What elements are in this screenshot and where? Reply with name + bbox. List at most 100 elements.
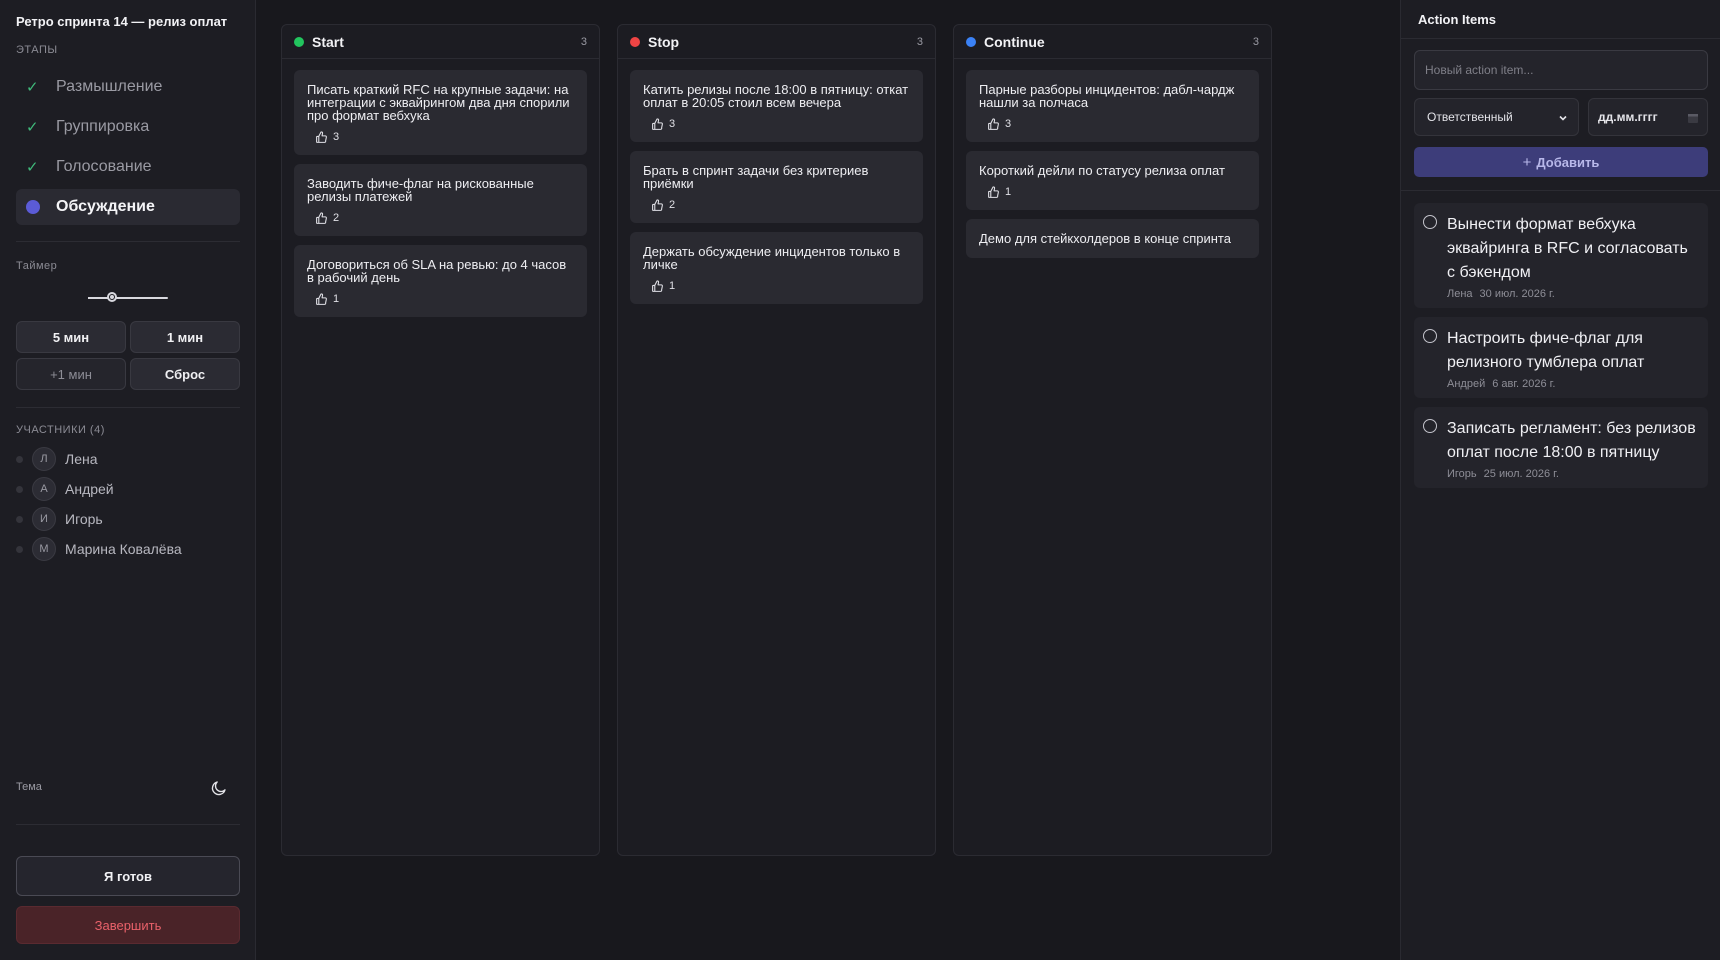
stage-grouping[interactable]: ✓ Группировка	[16, 109, 240, 145]
card-text: Держать обсуждение инцидентов только в л…	[643, 244, 901, 272]
retro-card[interactable]: Короткий дейли по статусу релиза оплат 1	[966, 151, 1259, 210]
thumbs-up-icon	[652, 117, 663, 130]
vote-button[interactable]: 2	[643, 198, 910, 212]
assignee-select[interactable]: Ответственный	[1414, 98, 1579, 136]
vote-count: 3	[669, 118, 676, 130]
column-dot-icon	[294, 36, 304, 47]
action-item-date: 25 июл. 2026 г.	[1483, 468, 1559, 480]
ready-button[interactable]: Я готов	[16, 856, 240, 896]
vote-button[interactable]: 1	[643, 279, 910, 293]
stage-label: Обсуждение	[56, 198, 155, 215]
participant-name: Андрей	[65, 481, 114, 497]
vote-count: 3	[1005, 118, 1012, 130]
retro-card[interactable]: Заводить фиче-флаг на рискованные релизы…	[294, 164, 587, 236]
thumbs-up-icon	[988, 185, 999, 198]
vote-button[interactable]: 1	[307, 292, 574, 306]
stage-discussion[interactable]: Обсуждение	[16, 189, 240, 225]
status-dot-icon	[16, 515, 23, 523]
action-item-meta: Игорь 25 июл. 2026 г.	[1447, 468, 1698, 480]
avatar: Л	[32, 447, 56, 471]
theme-label: Тема	[16, 781, 42, 793]
retro-card[interactable]: Брать в спринт задачи без критериев приё…	[630, 151, 923, 223]
action-item-meta: Андрей 6 авг. 2026 г.	[1447, 378, 1698, 390]
column-title: Continue	[984, 33, 1045, 50]
participant: М Марина Ковалёва	[16, 537, 182, 561]
calendar-icon[interactable]	[1687, 112, 1699, 124]
retro-card[interactable]: Писать краткий RFC на крупные задачи: на…	[294, 70, 587, 155]
divider	[16, 407, 240, 408]
action-item-input[interactable]	[1414, 50, 1708, 90]
column-title: Start	[312, 33, 344, 50]
retro-card[interactable]: Договориться об SLA на ревью: до 4 часов…	[294, 245, 587, 317]
timer-1min-button[interactable]: 1 мин	[130, 321, 240, 353]
status-dot-icon	[16, 455, 23, 463]
action-item-owner: Лена	[1447, 288, 1473, 300]
assignee-placeholder: Ответственный	[1427, 110, 1513, 124]
card-text: Короткий дейли по статусу релиза оплат	[979, 163, 1225, 178]
vote-count: 1	[1005, 186, 1012, 198]
vote-count: 1	[669, 280, 676, 292]
retro-card[interactable]: Демо для стейкхолдеров в конце спринта	[966, 219, 1259, 258]
column-count: 3	[916, 35, 923, 48]
slider-thumb[interactable]	[107, 292, 117, 302]
avatar: А	[32, 477, 56, 501]
column-title: Stop	[648, 33, 680, 50]
retro-card[interactable]: Держать обсуждение инцидентов только в л…	[630, 232, 923, 304]
column-stop: Stop 3 Катить релизы после 18:00 в пятни…	[617, 24, 936, 856]
complete-radio[interactable]	[1423, 329, 1437, 343]
participant-name: Марина Ковалёва	[65, 541, 182, 557]
card-text: Брать в спринт задачи без критериев приё…	[643, 163, 869, 191]
check-icon: ✓	[26, 159, 39, 176]
action-item: Настроить фиче-флаг для релизного тумбле…	[1414, 317, 1708, 398]
timer-5min-button[interactable]: 5 мин	[16, 321, 126, 353]
retro-card[interactable]: Парные разборы инцидентов: дабл-чардж на…	[966, 70, 1259, 142]
action-item-owner: Андрей	[1447, 378, 1486, 390]
stage-label: Голосование	[56, 158, 152, 175]
timer-reset-button[interactable]: Сброс	[130, 358, 240, 390]
moon-icon[interactable]	[210, 779, 228, 797]
complete-radio[interactable]	[1423, 419, 1437, 433]
retro-title: Ретро спринта 14 — релиз оплат	[16, 14, 228, 29]
due-date-field[interactable]: дд.мм.гггг	[1588, 98, 1708, 136]
avatar: И	[32, 507, 56, 531]
check-icon: ✓	[26, 79, 39, 96]
avatar: М	[32, 537, 56, 561]
column-count: 3	[1252, 35, 1259, 48]
stage-voting[interactable]: ✓ Голосование	[16, 149, 240, 185]
active-stage-dot-icon	[26, 200, 40, 214]
column-count: 3	[580, 35, 587, 48]
card-text: Катить релизы после 18:00 в пятницу: отк…	[643, 82, 909, 110]
participant-name: Игорь	[65, 511, 103, 527]
add-button-label: Добавить	[1536, 154, 1600, 170]
thumbs-up-icon	[316, 292, 327, 305]
finish-button[interactable]: Завершить	[16, 906, 240, 944]
vote-button[interactable]: 2	[307, 211, 574, 225]
complete-radio[interactable]	[1423, 215, 1437, 229]
action-item-text: Вынести формат вебхука эквайринга в RFC …	[1447, 216, 1688, 281]
status-dot-icon	[16, 485, 23, 493]
thumbs-up-icon	[652, 198, 663, 211]
action-item: Записать регламент: без релизов оплат по…	[1414, 407, 1708, 488]
action-item: Вынести формат вебхука эквайринга в RFC …	[1414, 203, 1708, 308]
vote-button[interactable]: 1	[979, 185, 1246, 199]
vote-button[interactable]: 3	[979, 117, 1246, 131]
add-action-item-button[interactable]: + Добавить	[1414, 147, 1708, 177]
card-text: Парные разборы инцидентов: дабл-чардж на…	[979, 82, 1235, 110]
vote-button[interactable]: 3	[307, 130, 574, 144]
timer-slider[interactable]	[88, 292, 168, 302]
thumbs-up-icon	[316, 130, 327, 143]
participant: А Андрей	[16, 477, 114, 501]
action-items-panel: Action Items Ответственный дд.мм.гггг + …	[1400, 0, 1720, 960]
card-text: Договориться об SLA на ревью: до 4 часов…	[307, 257, 567, 285]
column-header: Start 3	[282, 25, 599, 59]
timer-add-minute-button[interactable]: +1 мин	[16, 358, 126, 390]
stage-label: Группировка	[56, 118, 150, 135]
vote-count: 3	[333, 131, 340, 143]
stage-reflection[interactable]: ✓ Размышление	[16, 69, 240, 105]
card-text: Заводить фиче-флаг на рискованные релизы…	[307, 176, 534, 204]
status-dot-icon	[16, 545, 23, 553]
vote-button[interactable]: 3	[643, 117, 910, 131]
thumbs-up-icon	[316, 211, 327, 224]
panel-title: Action Items	[1418, 12, 1497, 27]
retro-card[interactable]: Катить релизы после 18:00 в пятницу: отк…	[630, 70, 923, 142]
